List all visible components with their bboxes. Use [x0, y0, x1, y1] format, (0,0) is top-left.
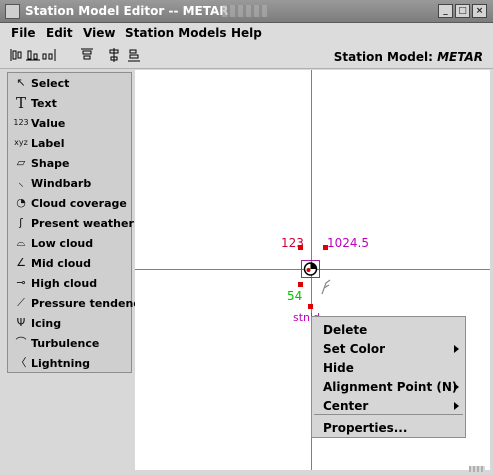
palette-label: Shape [31, 157, 70, 170]
context-menu-set-color[interactable]: Set Color [312, 339, 465, 358]
mid-cloud-icon: ∠ [16, 256, 26, 269]
palette-label: Label [31, 137, 65, 150]
title-decoration [222, 5, 268, 17]
palette-item-windbarb[interactable]: ⸜ Windbarb [8, 173, 131, 193]
label-icon: xyz [14, 138, 28, 147]
palette-item-high-cloud[interactable]: ⊸ High cloud [8, 273, 131, 293]
palette-label: Lightning [31, 357, 91, 370]
pressure-tendency-icon: ⟋ [17, 296, 25, 309]
selection-handle[interactable] [298, 245, 303, 250]
palette-label: Turbulence [31, 337, 100, 350]
submenu-arrow-icon [454, 383, 459, 391]
palette-item-pressure-tendency[interactable]: ⟋ Pressure tendency [8, 293, 147, 313]
pressure-value[interactable]: 1024.5 [327, 236, 369, 250]
dewpoint-value[interactable]: 54 [287, 289, 302, 303]
minimize-button[interactable]: _ [438, 4, 453, 18]
palette-item-mid-cloud[interactable]: ∠ Mid cloud [8, 253, 131, 273]
windbarb-icon: ⸜ [18, 176, 24, 189]
menu-file[interactable]: File [11, 26, 36, 40]
palette-item-shape[interactable]: ▱ Shape [8, 153, 131, 173]
menu-view[interactable]: View [83, 26, 115, 40]
context-menu-separator [314, 414, 463, 415]
align-middle-icon[interactable] [107, 48, 121, 62]
context-menu-hide[interactable]: Hide [312, 358, 465, 377]
icing-icon: Ψ [16, 316, 26, 329]
menu-edit[interactable]: Edit [46, 26, 73, 40]
menu-bar: File Edit View Station Models Help [0, 23, 493, 43]
selection-handle[interactable] [308, 304, 313, 309]
palette-item-cloud-coverage[interactable]: ◔ Cloud coverage [8, 193, 131, 213]
cursor-icon: ↖ [16, 76, 26, 89]
palette-item-text[interactable]: T Text [8, 93, 131, 113]
palette-label: Windbarb [31, 177, 92, 190]
context-menu-center[interactable]: Center [312, 396, 465, 415]
station-model-caption: Station Model: [333, 50, 433, 64]
shape-icon: ▱ [16, 156, 26, 169]
palette-label: Mid cloud [31, 257, 91, 270]
context-menu-label: Set Color [323, 342, 386, 356]
low-cloud-icon: ⌓ [16, 236, 26, 249]
context-menu-label: Alignment Point (N) [323, 380, 458, 394]
title-bar: Station Model Editor -- METAR _ □ × [0, 0, 493, 23]
station-model-name: METAR [437, 50, 483, 64]
value-icon: 123 [13, 118, 29, 127]
palette-label: Text [31, 97, 57, 110]
context-menu-alignment-point[interactable]: Alignment Point (N) [312, 377, 465, 396]
high-cloud-icon: ⊸ [16, 276, 26, 289]
submenu-arrow-icon [454, 345, 459, 353]
station-model-label: Station Model: METAR [334, 50, 483, 64]
app-icon[interactable] [5, 4, 20, 19]
selection-handle[interactable] [323, 245, 328, 250]
align-top-icon[interactable] [80, 48, 94, 62]
selected-station-box[interactable] [301, 260, 320, 278]
context-menu: Delete Set Color Hide Alignment Point (N… [311, 316, 466, 438]
turbulence-icon: ⌒ [15, 336, 27, 349]
context-menu-label: Hide [323, 361, 354, 375]
palette-item-present-weather[interactable]: ʃ Present weather [8, 213, 134, 233]
windbarb-icon[interactable] [321, 279, 331, 295]
palette-item-turbulence[interactable]: ⌒ Turbulence [8, 333, 131, 353]
menu-help[interactable]: Help [231, 26, 262, 40]
cloud-coverage-icon [303, 262, 318, 276]
context-menu-label: Properties... [323, 421, 408, 435]
menu-station-models[interactable]: Station Models [125, 26, 226, 40]
palette-item-icing[interactable]: Ψ Icing [8, 313, 131, 333]
palette-label: High cloud [31, 277, 98, 290]
palette-label: Present weather [31, 217, 134, 230]
context-menu-properties[interactable]: Properties... [312, 418, 465, 437]
maximize-button[interactable]: □ [455, 4, 470, 18]
palette-label: Icing [31, 317, 62, 330]
palette-item-select[interactable]: ↖ Select [8, 73, 131, 93]
lightning-icon: 〈 [15, 356, 27, 369]
selection-handle[interactable] [298, 282, 303, 287]
tool-palette: ↖ Select T Text 123 Value xyz Label ▱ Shape ⸜… [7, 72, 147, 373]
context-menu-label: Delete [323, 323, 368, 337]
palette-item-low-cloud[interactable]: ⌓ Low cloud [8, 233, 131, 253]
palette-label: Pressure tendency [31, 297, 147, 310]
close-button[interactable]: × [472, 4, 487, 18]
present-weather-icon: ʃ [19, 216, 23, 229]
palette-label: Value [31, 117, 66, 130]
align-right-icon[interactable] [42, 48, 56, 62]
cloud-coverage-icon: ◔ [16, 196, 26, 209]
context-menu-label: Center [323, 399, 369, 413]
palette-label: Select [31, 77, 70, 90]
align-left-icon[interactable] [10, 48, 24, 62]
context-menu-delete[interactable]: Delete [312, 320, 465, 339]
align-center-icon[interactable] [26, 48, 40, 62]
palette-item-value[interactable]: 123 Value [8, 113, 131, 133]
palette-item-label[interactable]: xyz Label [8, 133, 131, 153]
resize-grip-icon[interactable] [469, 466, 485, 472]
window-title: Station Model Editor -- METAR [25, 4, 229, 18]
text-icon: T [15, 94, 26, 112]
align-bottom-icon[interactable] [127, 48, 141, 62]
palette-label: Low cloud [31, 237, 94, 250]
palette-label: Cloud coverage [31, 197, 127, 210]
palette-item-lightning[interactable]: 〈 Lightning [8, 353, 131, 373]
submenu-arrow-icon [454, 402, 459, 410]
